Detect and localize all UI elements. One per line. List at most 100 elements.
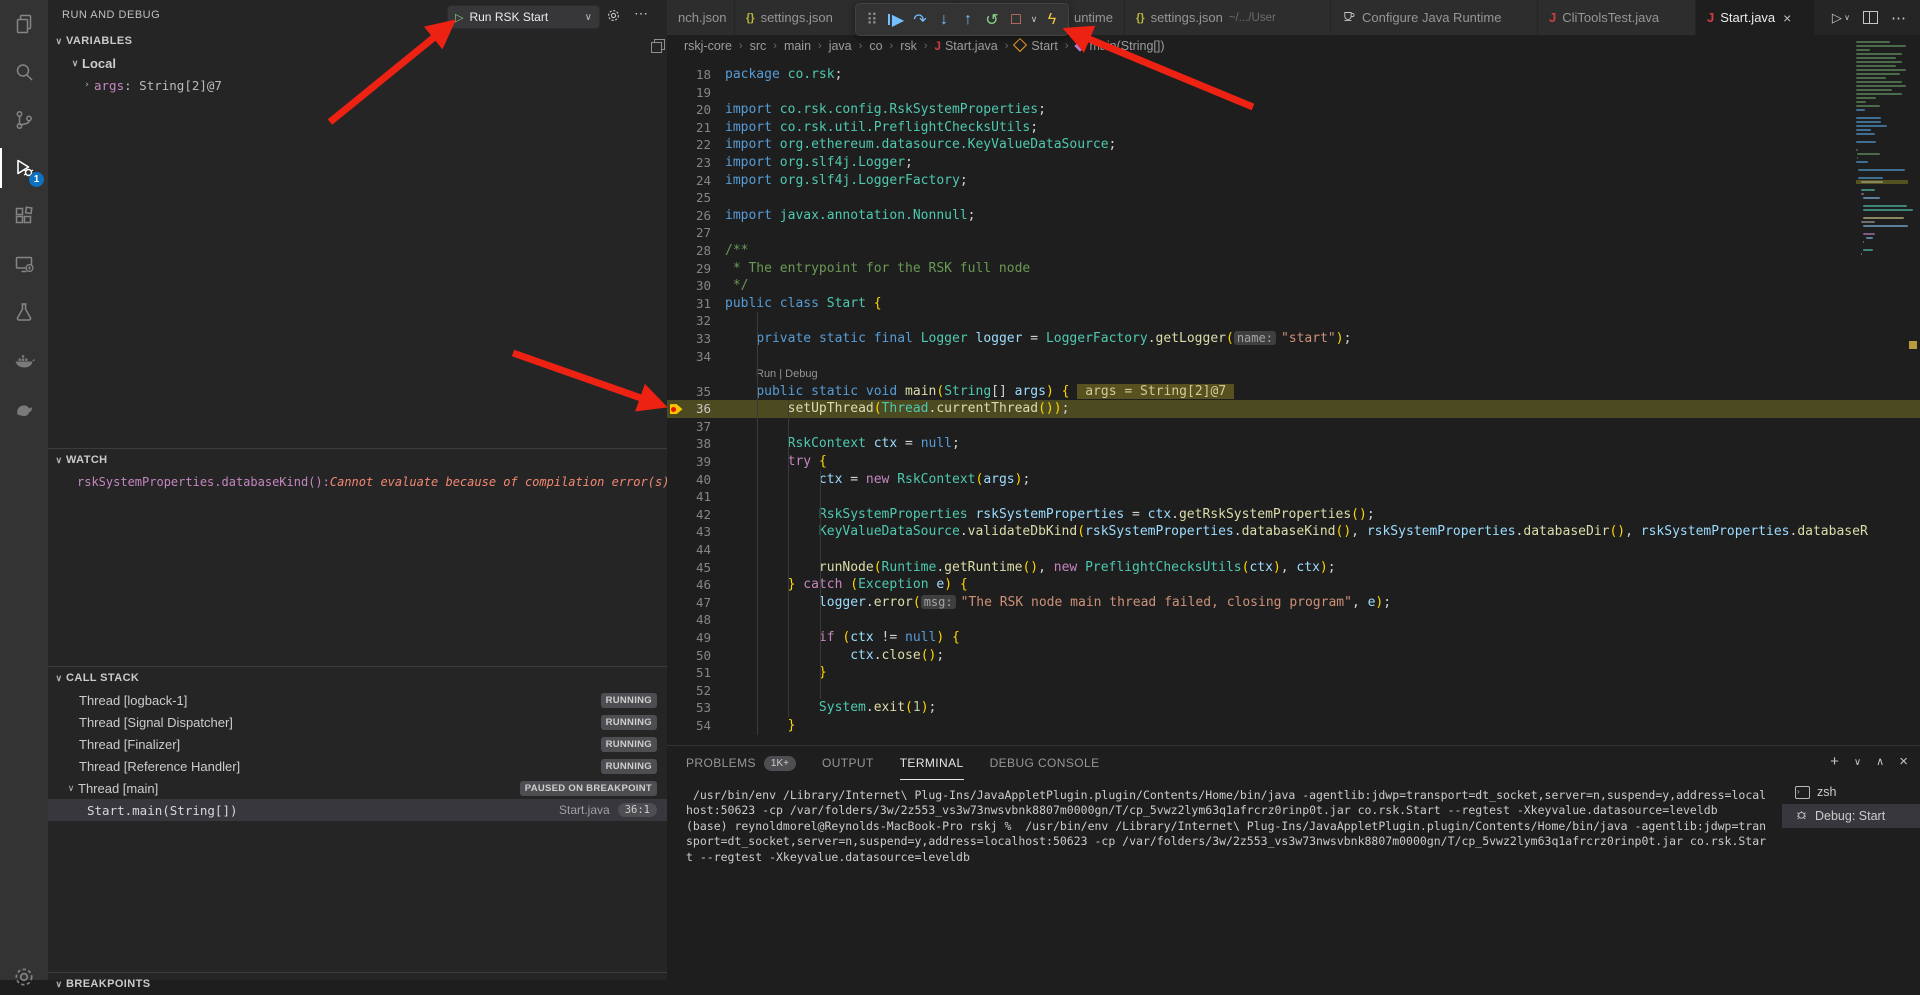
code-line-52[interactable]: 52: [667, 682, 1920, 700]
breadcrumb-item[interactable]: src: [750, 39, 767, 53]
breadcrumb-file[interactable]: JStart.java: [935, 39, 998, 53]
call-stack-thread[interactable]: ∨Thread [main]PAUSED ON BREAKPOINT: [48, 777, 667, 799]
gutter[interactable]: [667, 136, 685, 154]
gutter[interactable]: [667, 506, 685, 524]
panel-tab-problems[interactable]: PROBLEMS1K+: [686, 746, 796, 780]
gutter[interactable]: [667, 611, 685, 629]
variables-scope-local[interactable]: ∨ Local: [48, 52, 667, 74]
gutter[interactable]: [667, 348, 685, 366]
restart-button[interactable]: ↺: [980, 7, 1004, 33]
code-line-50[interactable]: 50 ctx.close();: [667, 647, 1920, 665]
breadcrumb-item[interactable]: rskj-core: [684, 39, 732, 53]
watch-section-header[interactable]: ∨ WATCH: [48, 449, 667, 471]
gutter[interactable]: [667, 400, 685, 418]
step-out-button[interactable]: ↑: [956, 7, 980, 33]
gutter[interactable]: [667, 66, 685, 84]
terminal-item-debug-start[interactable]: Debug: Start: [1782, 804, 1920, 828]
gutter[interactable]: [667, 541, 685, 559]
start-debugging-icon[interactable]: ▷: [455, 11, 463, 24]
activity-testing-icon[interactable]: [0, 288, 48, 336]
code-line-39[interactable]: 39 try {: [667, 453, 1920, 471]
call-stack-thread[interactable]: Thread [Finalizer]RUNNING: [48, 733, 667, 755]
call-stack-section-header[interactable]: ∨ CALL STACK: [48, 667, 667, 689]
code-line-44[interactable]: 44: [667, 541, 1920, 559]
code-line-41[interactable]: 41: [667, 488, 1920, 506]
code-line-48[interactable]: 48: [667, 611, 1920, 629]
gutter[interactable]: [667, 295, 685, 313]
breadcrumb-item[interactable]: main: [784, 39, 811, 53]
more-actions-icon[interactable]: ⋯: [634, 5, 648, 22]
gutter[interactable]: [667, 312, 685, 330]
code-line-30[interactable]: 30 */: [667, 277, 1920, 295]
gutter[interactable]: [667, 682, 685, 700]
gutter[interactable]: [667, 172, 685, 190]
run-file-icon[interactable]: ▷ ∨: [1832, 10, 1850, 26]
code-line-33[interactable]: 33 private static final Logger logger = …: [667, 330, 1920, 348]
call-stack-thread[interactable]: Thread [Signal Dispatcher]RUNNING: [48, 711, 667, 733]
activity-gradle-icon[interactable]: [0, 384, 48, 432]
code-line-31[interactable]: 31public class Start {: [667, 295, 1920, 313]
code-line-26[interactable]: 26import javax.annotation.Nonnull;: [667, 207, 1920, 225]
code-line-43[interactable]: 43 KeyValueDataSource.validateDbKind(rsk…: [667, 523, 1920, 541]
breadcrumb[interactable]: rskj-core›src›main›java›co›rsk›JStart.ja…: [667, 35, 1920, 57]
gutter[interactable]: [667, 224, 685, 242]
gutter[interactable]: [667, 435, 685, 453]
code-line-36[interactable]: 36 setUpThread(Thread.currentThread());: [667, 400, 1920, 418]
activity-source-control-icon[interactable]: [0, 96, 48, 144]
gutter[interactable]: [667, 471, 685, 489]
gutter[interactable]: [667, 418, 685, 436]
gutter[interactable]: [667, 453, 685, 471]
code-line-20[interactable]: 20import co.rsk.config.RskSystemProperti…: [667, 101, 1920, 119]
code-line-27[interactable]: 27: [667, 224, 1920, 242]
gutter[interactable]: [667, 330, 685, 348]
gutter[interactable]: [667, 84, 685, 102]
close-icon[interactable]: ×: [1783, 10, 1791, 26]
codelens-row[interactable]: Run | Debug: [667, 365, 1920, 383]
tab-clitoolstest-java[interactable]: JCliToolsTest.java: [1538, 0, 1696, 35]
code-line-22[interactable]: 22import org.ethereum.datasource.KeyValu…: [667, 136, 1920, 154]
activity-run-and-debug-icon[interactable]: 1: [0, 144, 48, 192]
drag-handle-button[interactable]: ⠿: [860, 7, 884, 33]
code-line-37[interactable]: 37: [667, 418, 1920, 436]
gutter[interactable]: [667, 189, 685, 207]
continue-button[interactable]: ▶: [884, 7, 908, 33]
maximize-panel-icon[interactable]: ∧: [1876, 753, 1884, 770]
close-panel-icon[interactable]: ×: [1899, 753, 1908, 770]
code-line-23[interactable]: 23import org.slf4j.Logger;: [667, 154, 1920, 172]
stop-dropdown-button[interactable]: ∨: [1028, 7, 1040, 33]
tab-start-java[interactable]: JStart.java×: [1696, 0, 1815, 35]
split-editor-icon[interactable]: [1863, 11, 1878, 24]
terminal-dropdown-icon[interactable]: ∨: [1854, 753, 1861, 770]
code-editor[interactable]: 18package co.rsk;1920import co.rsk.confi…: [667, 57, 1920, 754]
code-line-18[interactable]: 18package co.rsk;: [667, 66, 1920, 84]
gutter[interactable]: [667, 242, 685, 260]
hot-code-replace-button[interactable]: ϟ: [1040, 7, 1064, 33]
tab-nch-json[interactable]: nch.json: [667, 0, 735, 35]
code-line-25[interactable]: 25: [667, 189, 1920, 207]
breakpoints-section-header[interactable]: ∨ BREAKPOINTS: [48, 973, 667, 995]
watch-expression[interactable]: rskSystemProperties.databaseKind(): Cann…: [48, 471, 667, 493]
gutter[interactable]: [667, 664, 685, 682]
gutter[interactable]: [667, 488, 685, 506]
gutter[interactable]: [667, 647, 685, 665]
code-line-29[interactable]: 29 * The entrypoint for the RSK full nod…: [667, 260, 1920, 278]
minimap[interactable]: [1856, 40, 1908, 256]
code-line-42[interactable]: 42 RskSystemProperties rskSystemProperti…: [667, 506, 1920, 524]
code-line-49[interactable]: 49 if (ctx != null) {: [667, 629, 1920, 647]
panel-tab-terminal[interactable]: TERMINAL: [900, 746, 964, 780]
gutter[interactable]: [667, 260, 685, 278]
gutter[interactable]: [667, 699, 685, 717]
tab-configure-java-runtime[interactable]: Configure Java Runtime: [1331, 0, 1538, 35]
code-line-38[interactable]: 38 RskContext ctx = null;: [667, 435, 1920, 453]
code-line-54[interactable]: 54 }: [667, 717, 1920, 735]
gutter[interactable]: [667, 717, 685, 735]
variables-section-header[interactable]: ∨ VARIABLES: [48, 30, 667, 52]
gear-icon[interactable]: [606, 8, 621, 28]
breadcrumb-class[interactable]: Start: [1015, 39, 1057, 53]
chevron-down-icon[interactable]: ∨: [585, 12, 592, 23]
gutter[interactable]: [667, 119, 685, 137]
breadcrumb-method[interactable]: main(String[]): [1076, 39, 1165, 53]
terminal-item-zsh[interactable]: ›zsh: [1782, 780, 1920, 804]
code-line-45[interactable]: 45 runNode(Runtime.getRuntime(), new Pre…: [667, 559, 1920, 577]
step-over-button[interactable]: ↷: [908, 7, 932, 33]
